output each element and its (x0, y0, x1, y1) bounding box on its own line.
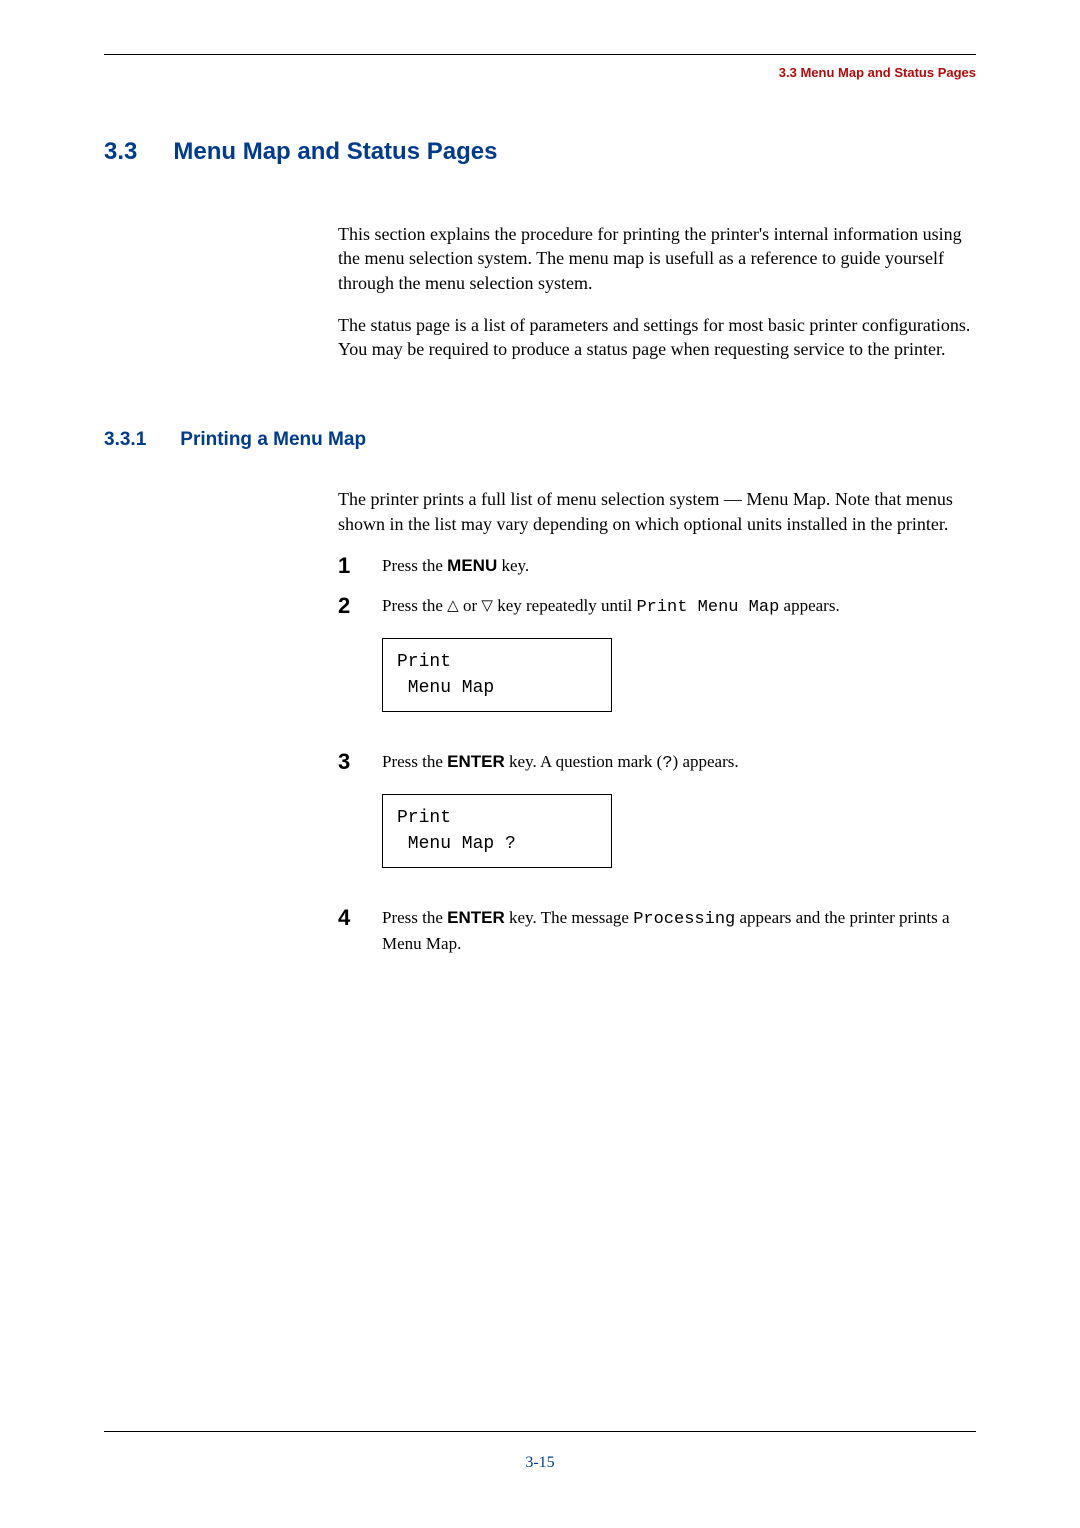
subsection-intro: The printer prints a full list of menu s… (338, 487, 976, 536)
step-4-text-pre: Press the (382, 908, 447, 927)
top-rule (104, 54, 976, 55)
subsection-number: 3.3.1 (104, 429, 146, 451)
enter-key-label-2: ENTER (447, 908, 505, 927)
section-number: 3.3 (104, 138, 137, 166)
section-intro: This section explains the procedure for … (338, 222, 976, 361)
step-3: 3 Press the ENTER key. A question mark (… (338, 750, 976, 894)
enter-key-label-1: ENTER (447, 752, 505, 771)
step-2: 2 Press the △ or ▽ key repeatedly until … (338, 594, 976, 738)
display-panel-2: Print Menu Map ? (382, 794, 612, 868)
step-2-text-mid: key repeatedly until (493, 596, 637, 615)
step-3-content: Press the ENTER key. A question mark (?)… (382, 750, 976, 894)
step-1-text-post: key. (497, 556, 529, 575)
step-2-text-pre: Press the (382, 596, 447, 615)
page-footer: 3-15 (104, 1431, 976, 1472)
display-panel-1: Print Menu Map (382, 638, 612, 712)
running-head: 3.3 Menu Map and Status Pages (104, 65, 976, 80)
step-3-text-pre: Press the (382, 752, 447, 771)
intro-para-1: This section explains the procedure for … (338, 222, 976, 295)
step-number-1: 1 (338, 554, 382, 578)
section-heading: 3.3 Menu Map and Status Pages (104, 138, 976, 166)
page-content: 3.3 Menu Map and Status Pages 3.3 Menu M… (0, 0, 1080, 956)
subsection-heading: 3.3.1 Printing a Menu Map (104, 429, 976, 451)
step-4: 4 Press the ENTER key. The message Proce… (338, 906, 976, 956)
triangle-up-icon: △ (447, 598, 459, 614)
step-2-text-post: appears. (779, 596, 839, 615)
step-4-content: Press the ENTER key. The message Process… (382, 906, 976, 956)
step-number-3: 3 (338, 750, 382, 774)
section-title: Menu Map and Status Pages (173, 138, 497, 166)
question-mark-literal: ? (662, 754, 672, 773)
step-number-2: 2 (338, 594, 382, 618)
step-1-text-pre: Press the (382, 556, 447, 575)
step-3-text-mid: key. A question mark ( (505, 752, 663, 771)
intro-para-2: The status page is a list of parameters … (338, 313, 976, 362)
print-menu-map-literal: Print Menu Map (636, 598, 779, 617)
step-number-4: 4 (338, 906, 382, 930)
menu-key-label: MENU (447, 556, 497, 575)
bottom-rule (104, 1431, 976, 1432)
processing-literal: Processing (633, 910, 735, 929)
subsection-title: Printing a Menu Map (180, 429, 366, 451)
step-1-content: Press the MENU key. (382, 554, 976, 578)
triangle-down-icon: ▽ (481, 598, 493, 614)
subsection-intro-text: The printer prints a full list of menu s… (338, 487, 976, 536)
step-1: 1 Press the MENU key. (338, 554, 976, 578)
page-number: 3-15 (104, 1454, 976, 1472)
step-2-or: or (459, 596, 482, 615)
step-3-text-post: ) appears. (673, 752, 739, 771)
step-2-content: Press the △ or ▽ key repeatedly until Pr… (382, 594, 976, 738)
step-4-text-mid: key. The message (505, 908, 633, 927)
